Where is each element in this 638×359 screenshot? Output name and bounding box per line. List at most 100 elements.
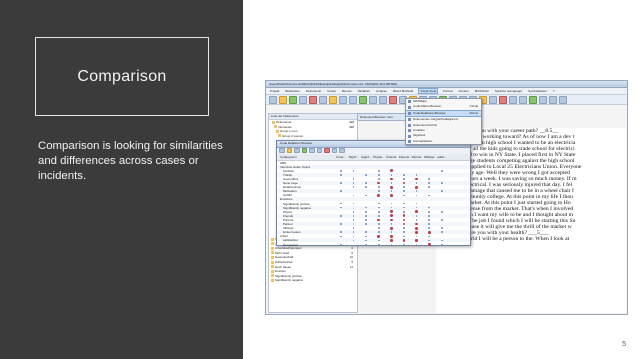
relation-dot[interactable] [428,223,430,225]
relation-dot[interactable] [427,243,431,246]
relation-dot[interactable] [415,185,418,189]
relation-dot[interactable] [377,234,381,238]
crb-toolbar-button-icon[interactable] [309,147,315,154]
relation-dot[interactable] [402,214,406,218]
matrix-column-header[interactable]: Friends [386,155,397,159]
relation-dot[interactable] [390,239,393,242]
relation-dot[interactable] [390,190,393,193]
relation-dot[interactable] [428,210,430,213]
relation-dot[interactable] [352,210,355,213]
menu-item[interactable]: MAXDictio [474,89,490,93]
matrix-row[interactable]: Not Quoten [277,243,470,247]
relation-dot[interactable] [403,231,405,234]
relation-dot[interactable] [415,230,418,234]
toolbar-button-icon[interactable] [529,95,537,104]
toolbar-button-icon[interactable] [279,95,287,104]
relation-dot[interactable] [441,243,443,246]
relation-dot[interactable] [340,182,342,184]
relation-dot[interactable] [428,219,430,221]
relation-dot[interactable] [415,206,418,209]
toolbar-button-icon[interactable] [499,95,507,104]
relation-dot[interactable] [428,182,430,184]
relation-dot[interactable] [415,222,418,226]
relation-dot[interactable] [402,239,406,242]
toolbar-button-icon[interactable] [319,95,327,104]
relation-dot[interactable] [428,239,430,242]
menu-item[interactable]: Bearbeiten [284,89,301,93]
relation-dot[interactable] [365,182,367,184]
relation-dot[interactable] [390,218,393,222]
crb-toolbar-button-icon[interactable] [324,147,330,154]
relation-dot[interactable] [390,185,393,189]
relation-dot[interactable] [441,190,443,193]
relation-dot[interactable] [378,202,380,205]
toolbar-button-icon[interactable] [269,95,277,104]
relation-dot[interactable] [390,206,393,209]
crb-toolbar-button-icon[interactable] [294,147,300,154]
relation-dot[interactable] [340,223,342,225]
toolbar-button-icon[interactable] [309,95,317,104]
relation-dot[interactable] [415,243,418,246]
menu-item[interactable]: Fenster [458,89,470,93]
relation-dot[interactable] [403,186,405,188]
relation-dot[interactable] [378,210,380,213]
relation-dot[interactable] [377,193,381,197]
relation-dot[interactable] [403,206,405,209]
relation-dot[interactable] [365,194,367,197]
relation-dot[interactable] [352,182,355,184]
relation-dot[interactable] [378,206,380,209]
relation-dot[interactable] [378,169,380,172]
relation-dot[interactable] [415,219,418,221]
relation-dot[interactable] [378,227,380,229]
relation-dot[interactable] [415,215,418,217]
relation-dot[interactable] [403,178,405,180]
relation-dot[interactable] [441,227,443,229]
relation-dot[interactable] [415,202,418,205]
relation-dot[interactable] [378,231,380,234]
code-tree-row[interactable]: Signifikantly negative [268,278,356,283]
relation-dot[interactable] [390,169,393,173]
relation-dot[interactable] [340,231,342,234]
crb-toolbar-button-icon[interactable] [279,147,285,154]
relation-dot[interactable] [402,181,406,185]
relation-dot[interactable] [390,231,393,234]
visual-tools-menu-item[interactable]: Code-Relations-Browser Ctrl+G [406,109,481,118]
relation-dot[interactable] [352,194,355,197]
relation-dot[interactable] [365,174,367,176]
matrix-column-header[interactable]: Signif... [348,155,359,159]
relation-dot[interactable] [390,202,393,205]
crb-toolbar-button-icon[interactable] [316,147,322,154]
relation-dot[interactable] [378,190,380,193]
relation-dot[interactable] [428,194,430,197]
relation-dot[interactable] [365,219,367,221]
menu-item[interactable]: ? [552,89,556,93]
relation-dot[interactable] [402,218,406,222]
relation-dot[interactable] [441,231,443,234]
relation-dot[interactable] [415,226,418,230]
menu-item[interactable]: Projekt [269,89,280,93]
menu-item[interactable]: Format [442,89,454,93]
toolbar-button-icon[interactable] [349,95,357,104]
relation-dot[interactable] [352,186,355,188]
relation-dot[interactable] [352,202,355,205]
relation-dot[interactable] [390,243,393,246]
menu-item[interactable]: Dokumente [305,89,322,93]
relation-dot[interactable] [340,215,342,217]
menu-item[interactable]: Memos [341,89,353,93]
relation-dot[interactable] [378,223,380,225]
relation-dot[interactable] [377,181,381,185]
menu-item[interactable]: Analyse [375,89,388,93]
relation-dot[interactable] [340,190,342,193]
code-relations-browser-window[interactable]: Code Relations Browser Codesystem Frust.… [276,140,471,247]
menu-item[interactable]: Mixed Methods [392,89,414,93]
crb-toolbar-button-icon[interactable] [286,147,292,154]
relation-dot[interactable] [403,227,405,229]
relation-dot[interactable] [377,218,381,222]
relation-dot[interactable] [352,215,355,217]
relation-dot[interactable] [441,239,443,242]
relation-dot[interactable] [365,186,367,188]
menu-item[interactable]: Symbolleisten [527,89,548,93]
matrix-column-header[interactable]: Partner [411,155,422,159]
relation-dot[interactable] [390,177,393,181]
menu-item[interactable]: Sprache (Language) [494,89,523,93]
